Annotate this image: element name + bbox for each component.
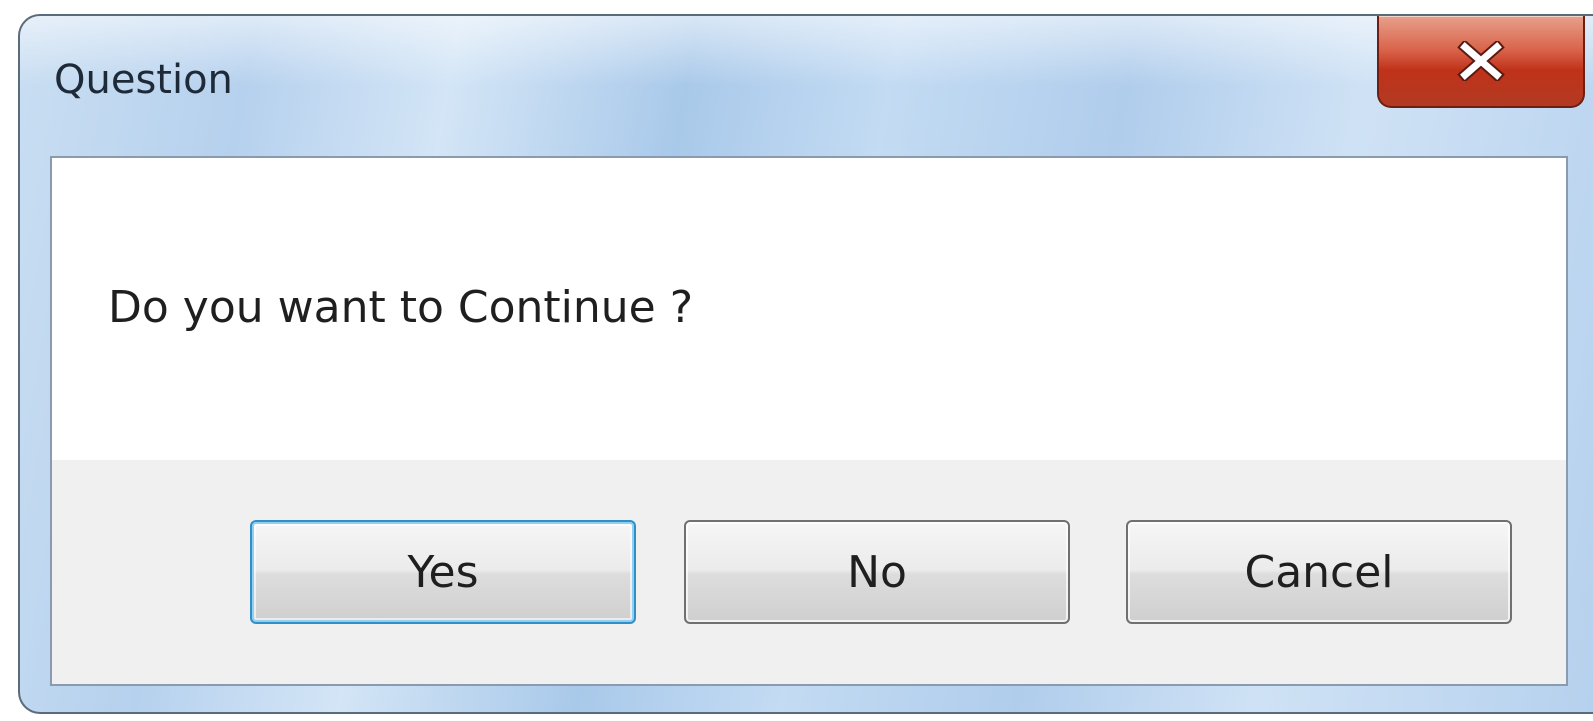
message-text: Do you want to Continue ?	[108, 282, 694, 333]
dialog-body: Do you want to Continue ? Yes No Cancel	[50, 156, 1568, 686]
close-x-icon	[1457, 41, 1505, 81]
cancel-button[interactable]: Cancel	[1126, 520, 1512, 624]
dialog-title: Question	[54, 57, 233, 103]
close-button[interactable]	[1377, 16, 1585, 108]
no-button[interactable]: No	[684, 520, 1070, 624]
yes-button[interactable]: Yes	[250, 520, 636, 624]
dialog-window: Question Do you want to Continue ? Yes N…	[18, 14, 1593, 714]
message-area: Do you want to Continue ?	[52, 158, 1566, 460]
